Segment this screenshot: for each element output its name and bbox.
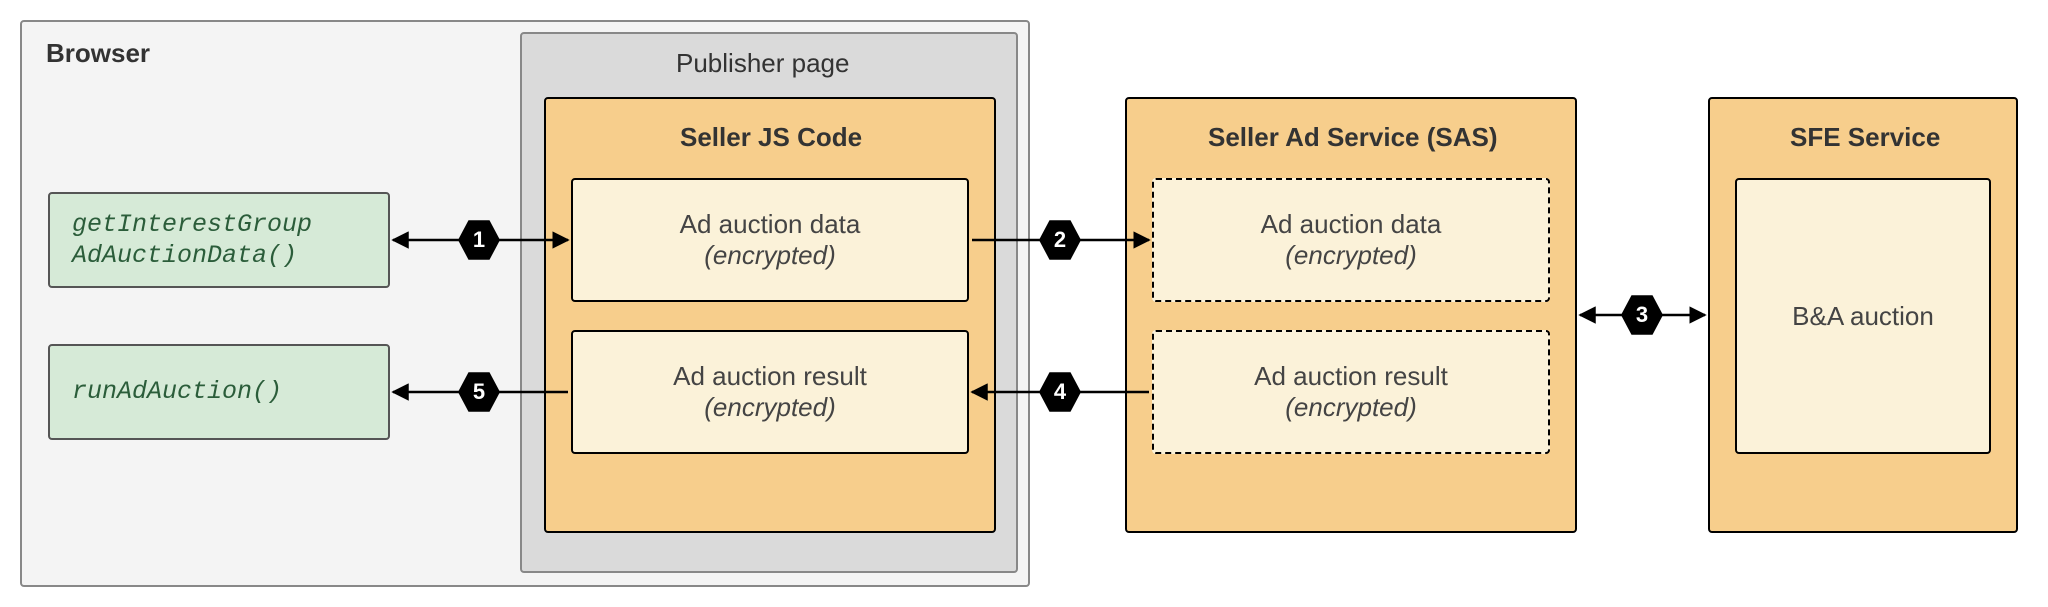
run-ad-auction-api-label: runAdAuction() [72,376,282,407]
sas-label: Seller Ad Service (SAS) [1208,122,1498,153]
sfe-label: SFE Service [1790,122,1940,153]
browser-label: Browser [46,38,150,69]
auction-data-line2: (encrypted) [704,240,836,271]
ba-auction-box: B&A auction [1735,178,1991,454]
get-interest-group-api-box: getInterestGroup AdAuctionData() [48,192,390,288]
publisher-label: Publisher page [676,48,849,79]
seller-js-label: Seller JS Code [680,122,862,153]
sas-auction-data-box: Ad auction data (encrypted) [1152,178,1550,302]
seller-js-auction-data-box: Ad auction data (encrypted) [571,178,969,302]
auction-flow-diagram: Browser Publisher page Seller JS Code Ad… [20,20,2028,587]
sas-data-line2: (encrypted) [1285,240,1417,271]
auction-result-line2: (encrypted) [704,392,836,423]
run-ad-auction-api-box: runAdAuction() [48,344,390,440]
sas-data-line1: Ad auction data [1261,209,1442,240]
seller-js-auction-result-box: Ad auction result (encrypted) [571,330,969,454]
auction-result-line1: Ad auction result [673,361,867,392]
step-4-badge: 4 [1039,371,1081,413]
ba-auction-label: B&A auction [1792,301,1934,332]
auction-data-line1: Ad auction data [680,209,861,240]
sas-auction-result-box: Ad auction result (encrypted) [1152,330,1550,454]
sas-container [1125,97,1577,533]
sas-result-line2: (encrypted) [1285,392,1417,423]
seller-js-code-container [544,97,996,533]
get-interest-group-api-label: getInterestGroup AdAuctionData() [72,209,366,272]
step-3-badge: 3 [1621,294,1663,336]
step-2-badge: 2 [1039,219,1081,261]
sas-result-line1: Ad auction result [1254,361,1448,392]
